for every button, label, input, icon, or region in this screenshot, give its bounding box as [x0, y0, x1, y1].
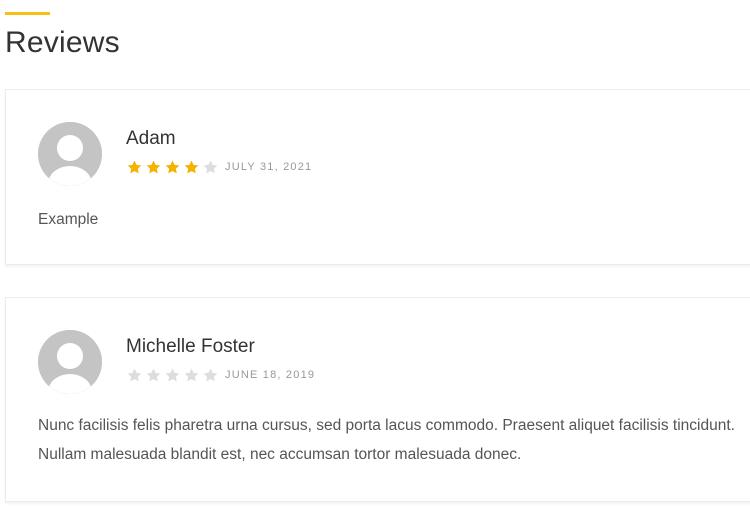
user-placeholder-icon	[38, 122, 102, 186]
star-filled-icon	[127, 160, 142, 173]
star-filled-icon	[165, 160, 180, 173]
star-empty-icon	[184, 368, 199, 381]
star-empty-icon	[203, 160, 218, 173]
star-empty-icon	[127, 368, 142, 381]
review-date: JULY 31, 2021	[225, 161, 313, 173]
review-text: Example	[38, 211, 99, 228]
star-rating	[126, 158, 219, 176]
reviews-heading: Reviews	[5, 26, 120, 59]
review-date: JUNE 18, 2019	[225, 369, 316, 381]
star-rating	[126, 366, 219, 384]
reviewer-name: Adam	[126, 128, 176, 149]
review-card: Adam JULY 31, 2021 Example	[5, 89, 750, 265]
review-text: Nunc facilisis felis pharetra urna cursu…	[38, 417, 735, 463]
section-accent-bar	[5, 12, 50, 15]
star-empty-icon	[165, 368, 180, 381]
star-filled-icon	[184, 160, 199, 173]
review-card: Michelle Foster JUNE 18, 2019 Nunc facil…	[5, 297, 750, 502]
star-empty-icon	[146, 368, 161, 381]
star-filled-icon	[146, 160, 161, 173]
user-placeholder-icon	[38, 330, 102, 394]
reviewer-name: Michelle Foster	[126, 336, 255, 357]
star-empty-icon	[203, 368, 218, 381]
